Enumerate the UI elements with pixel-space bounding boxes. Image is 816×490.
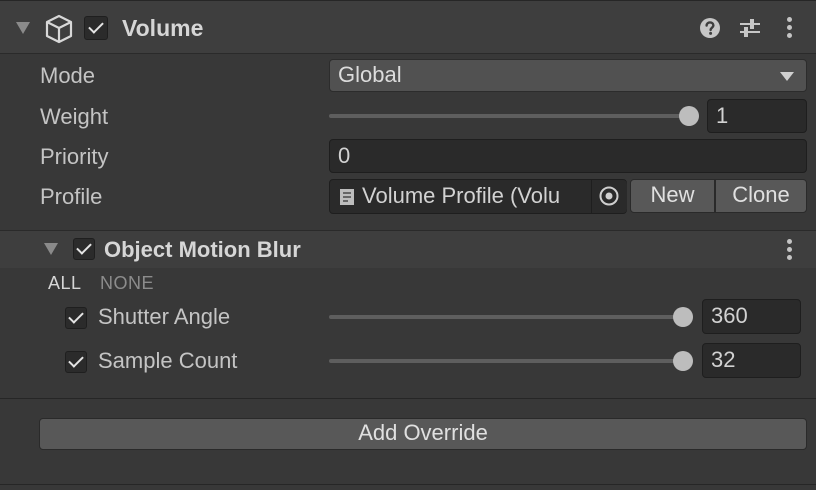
all-toggle[interactable]: ALL: [48, 271, 82, 295]
none-toggle[interactable]: NONE: [100, 271, 154, 295]
mode-dropdown[interactable]: Global: [329, 59, 807, 92]
priority-label: Priority: [40, 144, 109, 169]
kebab-menu-icon[interactable]: [787, 17, 792, 39]
weight-slider[interactable]: [329, 104, 699, 128]
help-icon[interactable]: [699, 17, 721, 39]
new-profile-button[interactable]: New: [630, 179, 715, 213]
object-picker-button[interactable]: [591, 180, 627, 213]
slider-track: [329, 114, 699, 118]
object-picker-icon: [599, 186, 619, 206]
override-enabled-checkbox[interactable]: [73, 238, 95, 260]
slider-thumb[interactable]: [679, 106, 699, 126]
shutter-angle-override-checkbox[interactable]: [65, 307, 87, 329]
foldout-arrow-icon[interactable]: [16, 22, 30, 34]
volume-enabled-checkbox[interactable]: [84, 16, 108, 40]
scriptable-object-icon: [340, 189, 354, 205]
override-title: Object Motion Blur: [104, 237, 301, 262]
sample-count-override-checkbox[interactable]: [65, 351, 87, 373]
add-override-button[interactable]: Add Override: [39, 418, 807, 450]
shutter-angle-slider[interactable]: [329, 305, 693, 329]
slider-thumb[interactable]: [673, 307, 693, 327]
profile-object-field[interactable]: Volume Profile (Volu: [329, 179, 627, 214]
sliders-icon[interactable]: [739, 17, 761, 39]
sample-count-slider[interactable]: [329, 349, 693, 373]
mode-label: Mode: [40, 63, 96, 88]
sample-count-field[interactable]: 32: [702, 343, 801, 378]
sample-count-label: Sample Count: [98, 348, 238, 373]
bottom-divider: [0, 484, 816, 485]
shutter-angle-field[interactable]: 360: [702, 299, 801, 334]
override-foldout-icon[interactable]: [44, 243, 58, 255]
clone-profile-button[interactable]: Clone: [715, 179, 807, 213]
slider-track: [329, 359, 693, 363]
shutter-angle-label: Shutter Angle: [98, 304, 231, 329]
mode-value: Global: [338, 62, 402, 87]
priority-field[interactable]: 0: [329, 139, 807, 173]
component-title: Volume: [122, 15, 204, 41]
profile-label: Profile: [40, 184, 103, 209]
slider-thumb[interactable]: [673, 351, 693, 371]
section-divider: [0, 398, 816, 399]
dropdown-arrow-icon: [780, 72, 794, 81]
weight-label: Weight: [40, 104, 109, 129]
cube-icon: [45, 14, 73, 44]
slider-track: [329, 315, 693, 319]
volume-inspector: Volume Mode Global Weight 1 Priority 0 P…: [0, 0, 816, 490]
override-menu-icon[interactable]: [787, 239, 792, 261]
weight-field[interactable]: 1: [707, 99, 807, 133]
